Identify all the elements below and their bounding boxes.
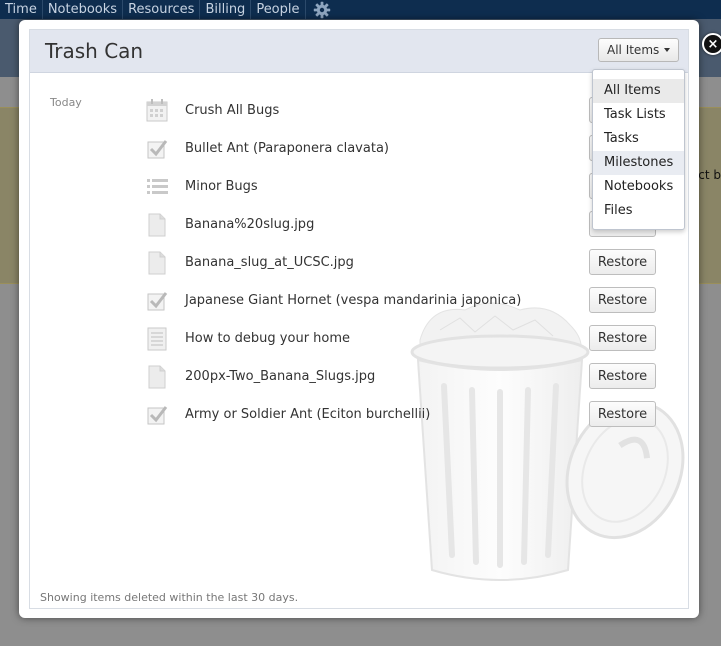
modal-title: Trash Can (45, 39, 144, 63)
calendar-icon (146, 99, 168, 122)
nav-item-billing[interactable]: Billing (200, 0, 252, 19)
nav-item-people[interactable]: People (251, 0, 306, 19)
item-name: Banana%20slug.jpg (185, 217, 315, 232)
top-navigation: Time Notebooks Resources Billing People (0, 0, 721, 19)
nav-item-resources[interactable]: Resources (123, 0, 201, 19)
list-item: Minor Bugs (146, 172, 658, 202)
filter-dropdown-menu: All Items Task Lists Tasks Milestones No… (592, 69, 685, 230)
file-icon (148, 251, 166, 275)
file-icon (148, 213, 166, 237)
notebook-icon (147, 327, 167, 351)
filter-option-notebooks[interactable]: Notebooks (593, 175, 684, 199)
item-name: Bullet Ant (Paraponera clavata) (185, 141, 389, 156)
filter-option-task-lists[interactable]: Task Lists (593, 103, 684, 127)
filter-option-all-items[interactable]: All Items (593, 79, 684, 103)
filter-option-tasks[interactable]: Tasks (593, 127, 684, 151)
close-icon[interactable]: × (702, 33, 721, 55)
item-name: 200px-Two_Banana_Slugs.jpg (185, 369, 376, 384)
item-name: Crush All Bugs (185, 103, 280, 118)
list-icon (147, 179, 168, 194)
filter-option-milestones[interactable]: Milestones (593, 151, 684, 175)
item-name: How to debug your home (185, 331, 351, 346)
gear-icon[interactable] (306, 0, 338, 19)
item-name: Army or Soldier Ant (Eciton burchellii) (185, 407, 431, 422)
list-item: Crush All Bugs (146, 96, 658, 126)
filter-label: All Items (607, 43, 660, 57)
background-peek-text: ct b (698, 168, 721, 182)
nav-item-notebooks[interactable]: Notebooks (43, 0, 124, 19)
restore-button[interactable]: Restore (589, 287, 656, 313)
list-item: Bullet Ant (Paraponera clavata) (146, 134, 658, 164)
restore-button[interactable]: Restore (589, 325, 656, 351)
caret-down-icon (664, 48, 671, 52)
item-name: Banana_slug_at_UCSC.jpg (185, 255, 354, 270)
list-item: Banana_slug_at_UCSC.jpg Restore (146, 248, 658, 278)
filter-dropdown-button[interactable]: All Items (598, 38, 680, 62)
list-item: How to debug your home Restore (146, 324, 658, 354)
restore-button[interactable]: Restore (589, 363, 656, 389)
list-item: Army or Soldier Ant (Eciton burchellii) … (146, 400, 658, 430)
item-name: Japanese Giant Hornet (vespa mandarinia … (185, 293, 522, 308)
restore-button[interactable]: Restore (589, 401, 656, 427)
file-icon (148, 365, 166, 389)
list-item: 200px-Two_Banana_Slugs.jpg Restore (146, 362, 658, 392)
date-group-label: Today (50, 96, 82, 109)
list-item: Japanese Giant Hornet (vespa mandarinia … (146, 286, 658, 316)
nav-item-time[interactable]: Time (0, 0, 43, 19)
modal-header: Trash Can All Items (30, 30, 688, 73)
filter-option-files[interactable]: Files (593, 199, 684, 223)
retention-note: Showing items deleted within the last 30… (40, 591, 299, 604)
restore-button[interactable]: Restore (589, 249, 656, 275)
checkbox-icon (147, 140, 168, 159)
list-item: Banana%20slug.jpg (146, 210, 658, 240)
item-name: Minor Bugs (185, 179, 258, 194)
checkbox-icon (147, 292, 168, 311)
checkbox-icon (147, 406, 168, 425)
